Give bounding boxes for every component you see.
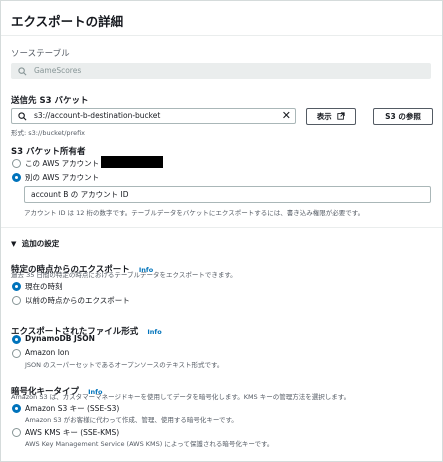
export-details-panel: エクスポートの詳細 ソーステーブル GameScores 送信先 S3 バケット… xyxy=(0,0,443,462)
header-divider xyxy=(1,35,442,36)
destination-label: 送信先 S3 バケット xyxy=(11,96,89,106)
additional-settings-toggle[interactable]: ▼ 追加の設定 xyxy=(11,238,59,249)
amazon-ion-desc: JSON のスーパーセットであるオープンソースのテキスト形式です。 xyxy=(25,361,224,369)
radio-sse-kms[interactable] xyxy=(12,428,21,437)
destination-bucket-input[interactable]: s3://account-b-destination-bucket ✕ xyxy=(11,108,296,124)
option-amazon-ion-label: Amazon Ion xyxy=(25,348,70,357)
external-link-icon xyxy=(337,112,345,120)
radio-dynamodb-json[interactable] xyxy=(12,335,21,344)
account-id-hint: アカウント ID は 12 桁の数字です。テーブルデータをバケットにエクスポート… xyxy=(24,209,365,217)
browse-s3-button[interactable]: S3 の参照 xyxy=(373,108,433,125)
destination-bucket-value: s3://account-b-destination-bucket xyxy=(34,111,161,120)
caret-down-icon: ▼ xyxy=(11,240,17,248)
view-button[interactable]: 表示 xyxy=(306,108,356,125)
option-this-account-label: この AWS アカウント xyxy=(25,159,100,168)
option-dynamodb-json-label: DynamoDB JSON xyxy=(25,334,95,343)
section-divider xyxy=(1,227,442,228)
search-icon xyxy=(18,67,27,76)
sse-s3-desc: Amazon S3 がお客様に代わって作成、管理、使用する暗号化キーです。 xyxy=(25,416,238,424)
source-table-value: GameScores xyxy=(34,66,82,75)
radio-sse-s3[interactable] xyxy=(12,404,21,413)
view-button-label: 表示 xyxy=(316,112,332,121)
radio-amazon-ion[interactable] xyxy=(12,349,21,358)
option-earlier-time-label: 以前の時点からのエクスポート xyxy=(25,296,130,305)
radio-earlier-time[interactable] xyxy=(12,296,21,305)
sse-kms-desc: AWS Key Management Service (AWS KMS) によっ… xyxy=(25,440,274,448)
search-icon xyxy=(18,112,27,121)
encryption-desc: Amazon S3 は、カスタマーマネージドキーを使用してデータを暗号化します。… xyxy=(11,393,351,401)
additional-settings-label: 追加の設定 xyxy=(21,239,60,248)
clear-icon[interactable]: ✕ xyxy=(282,109,291,123)
format-info-link[interactable]: Info xyxy=(147,328,161,336)
option-current-time-label: 現在の時刻 xyxy=(25,282,63,291)
pitr-desc: 過去 35 日間の特定の時点におけるテーブルデータをエクスポートできます。 xyxy=(11,271,237,279)
radio-current-time[interactable] xyxy=(12,282,21,291)
redacted-account-id xyxy=(101,156,163,168)
panel-title: エクスポートの詳細 xyxy=(11,14,124,29)
bucket-owner-label: S3 バケット所有者 xyxy=(11,147,86,157)
account-id-input[interactable]: account B の アカウント ID xyxy=(24,186,431,203)
option-sse-s3-label: Amazon S3 キー (SSE-S3) xyxy=(25,404,120,413)
radio-this-account[interactable] xyxy=(12,159,21,168)
destination-format-hint: 形式: s3://bucket/prefix xyxy=(11,129,86,137)
radio-other-account[interactable] xyxy=(12,173,21,182)
source-table-field: GameScores xyxy=(11,63,431,79)
option-sse-kms-label: AWS KMS キー (SSE-KMS) xyxy=(25,428,120,437)
source-table-label: ソーステーブル xyxy=(11,49,70,59)
option-other-account-label: 別の AWS アカウント xyxy=(25,173,100,182)
